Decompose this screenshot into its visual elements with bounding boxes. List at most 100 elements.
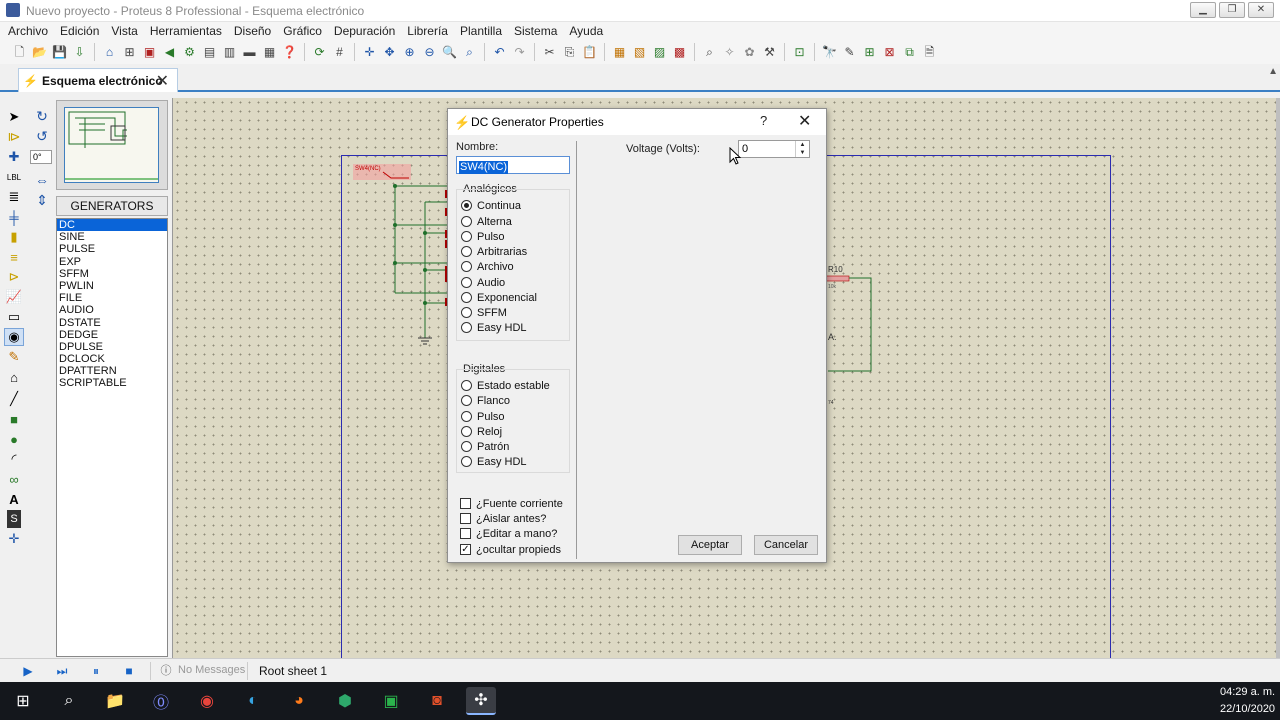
name-field[interactable]: SW4(NC) [456,156,570,174]
radio-estado-estable[interactable]: Estado estable [461,378,550,393]
generator-item-sffm[interactable]: SFFM [57,268,167,280]
zoom-in-icon[interactable]: ⊕ [400,43,419,62]
symbol-tool-icon[interactable]: S [7,510,21,528]
block-rotate-icon[interactable]: ▨ [650,43,669,62]
radio-exponencial[interactable]: Exponencial [461,290,537,305]
zoom-area-icon[interactable]: ⌕ [460,43,479,62]
menu-plantilla[interactable]: Plantilla [454,22,508,40]
radio-easy-hdl-digital[interactable]: Easy HDL [461,454,527,469]
device-pins-icon[interactable]: ⊳ [4,268,24,286]
radio-patron[interactable]: Patrón [461,439,509,454]
minimize-button[interactable]: ▁ [1190,2,1216,18]
refresh-icon[interactable]: ⟳ [310,43,329,62]
generator-item-dpattern[interactable]: DPATTERN [57,365,167,377]
restore-button[interactable]: ❐ [1219,2,1245,18]
status-messages[interactable]: No Messages [178,664,245,676]
cut-icon[interactable]: ✂ [540,43,559,62]
pcb-icon[interactable]: ▣ [140,43,159,62]
menu-grafico[interactable]: Gráfico [277,22,328,40]
camtasia-icon[interactable]: ▣ [376,687,406,715]
radio-reloj[interactable]: Reloj [461,424,502,439]
schematic-icon[interactable]: ⊞ [120,43,139,62]
subcircuit-icon[interactable]: ▮ [4,228,24,246]
block-move-icon[interactable]: ▧ [630,43,649,62]
wire-label-icon[interactable]: LBL [4,168,24,186]
new-sheet-icon[interactable]: ⊞ [860,43,879,62]
pan-icon[interactable]: ✥ [380,43,399,62]
make-device-icon[interactable]: ✧ [720,43,739,62]
radio-arbitrarias[interactable]: Arbitrarias [461,244,527,259]
terminals-icon[interactable]: ≡ [4,248,24,266]
proteus-taskbar-icon[interactable]: ✣ [466,687,496,715]
generator-item-dpulse[interactable]: DPULSE [57,341,167,353]
generator-item-dclock[interactable]: DCLOCK [57,353,167,365]
undo-icon[interactable]: ↶ [490,43,509,62]
redo-icon[interactable]: ↷ [510,43,529,62]
rotate-clockwise-icon[interactable]: ↻ [33,108,51,126]
help-button[interactable]: ? [760,113,767,128]
radio-sffm[interactable]: SFFM [461,305,507,320]
checkbox-aislar-antes[interactable]: ¿Aislar antes? [460,511,546,526]
menu-ayuda[interactable]: Ayuda [563,22,609,40]
gallery-icon[interactable]: ◀ [160,43,179,62]
bom-icon[interactable]: ▤ [200,43,219,62]
generator-item-pwlin[interactable]: PWLIN [57,280,167,292]
graph-mode-icon[interactable]: 📈 [4,288,24,306]
radio-easy-hdl-analog[interactable]: Easy HDL [461,320,527,335]
generator-item-audio[interactable]: AUDIO [57,304,167,316]
open-folder-icon[interactable]: 📂 [30,43,49,62]
mirror-vertical-icon[interactable]: ⇕ [33,192,51,210]
line-tool-icon[interactable]: ╱ [4,390,24,408]
close-tab-icon[interactable]: ✕ [156,71,169,91]
voltage-spinner-icon[interactable]: ▲ ▼ [795,141,809,157]
menu-libreria[interactable]: Librería [401,22,454,40]
component-mode-icon[interactable]: ⧐ [4,128,24,146]
path-tool-icon[interactable]: ∞ [4,470,24,488]
overview-window[interactable] [56,100,168,190]
generator-item-pulse[interactable]: PULSE [57,243,167,255]
radio-pulso-digital[interactable]: Pulso [461,409,505,424]
import-icon[interactable]: ⇩ [70,43,89,62]
block-copy-icon[interactable]: ▦ [610,43,629,62]
text-script-icon[interactable]: ≣ [4,188,24,206]
package-tool-icon[interactable]: ✿ [740,43,759,62]
electrical-rule-check-icon[interactable]: 🗎 [920,43,939,62]
zoom-out-icon[interactable]: ⊖ [420,43,439,62]
menu-sistema[interactable]: Sistema [508,22,563,40]
radio-continua[interactable]: Continua [461,198,521,213]
generator-item-dedge[interactable]: DEDGE [57,329,167,341]
windows-start-icon[interactable]: ⊞ [8,687,38,715]
voltage-input[interactable]: 0 ▲ ▼ [738,140,810,158]
arc-tool-icon[interactable]: ◜ [4,450,24,468]
source-code-icon[interactable]: ▥ [220,43,239,62]
report-icon[interactable]: ▦ [260,43,279,62]
menu-diseno[interactable]: Diseño [228,22,277,40]
scroll-up-arrow-icon[interactable]: ▲ [1268,66,1278,77]
menu-vista[interactable]: Vista [105,22,143,40]
design-notes-icon[interactable]: ▬ [240,43,259,62]
box-tool-icon[interactable]: ■ [4,410,24,428]
clock-time[interactable]: 04:29 a. m. [1220,686,1275,698]
app-shield-icon[interactable]: ⬢ [330,687,360,715]
generator-item-scriptable[interactable]: SCRIPTABLE [57,377,167,389]
step-icon[interactable]: ⏭ [54,663,70,679]
generator-item-exp[interactable]: EXP [57,256,167,268]
dialog-close-button[interactable]: ✕ [798,111,811,131]
exit-to-parent-icon[interactable]: ⧉ [900,43,919,62]
app-s-icon[interactable]: ⓪ [146,687,176,715]
generator-mode-icon[interactable]: ◉ [4,328,24,346]
block-delete-icon[interactable]: ▩ [670,43,689,62]
selection-mode-icon[interactable]: ➤ [4,108,24,126]
menu-archivo[interactable]: Archivo [2,22,54,40]
copy-icon[interactable]: ⎘ [560,43,579,62]
checkbox-editar-a-mano[interactable]: ¿Editar a mano? [460,526,557,541]
decompose-icon[interactable]: ⚒ [760,43,779,62]
checkbox-fuente-corriente[interactable]: ¿Fuente corriente [460,496,563,511]
search-icon[interactable]: ⌕ [54,687,84,715]
remove-sheet-icon[interactable]: ⊠ [880,43,899,62]
checkbox-ocultar-propiedades[interactable]: ✓ ¿ocultar propieds [460,542,561,557]
radio-flanco[interactable]: Flanco [461,393,510,408]
pause-icon[interactable]: ⏸ [88,663,104,679]
property-assignment-icon[interactable]: ✎ [840,43,859,62]
circle-tool-icon[interactable]: ● [4,430,24,448]
